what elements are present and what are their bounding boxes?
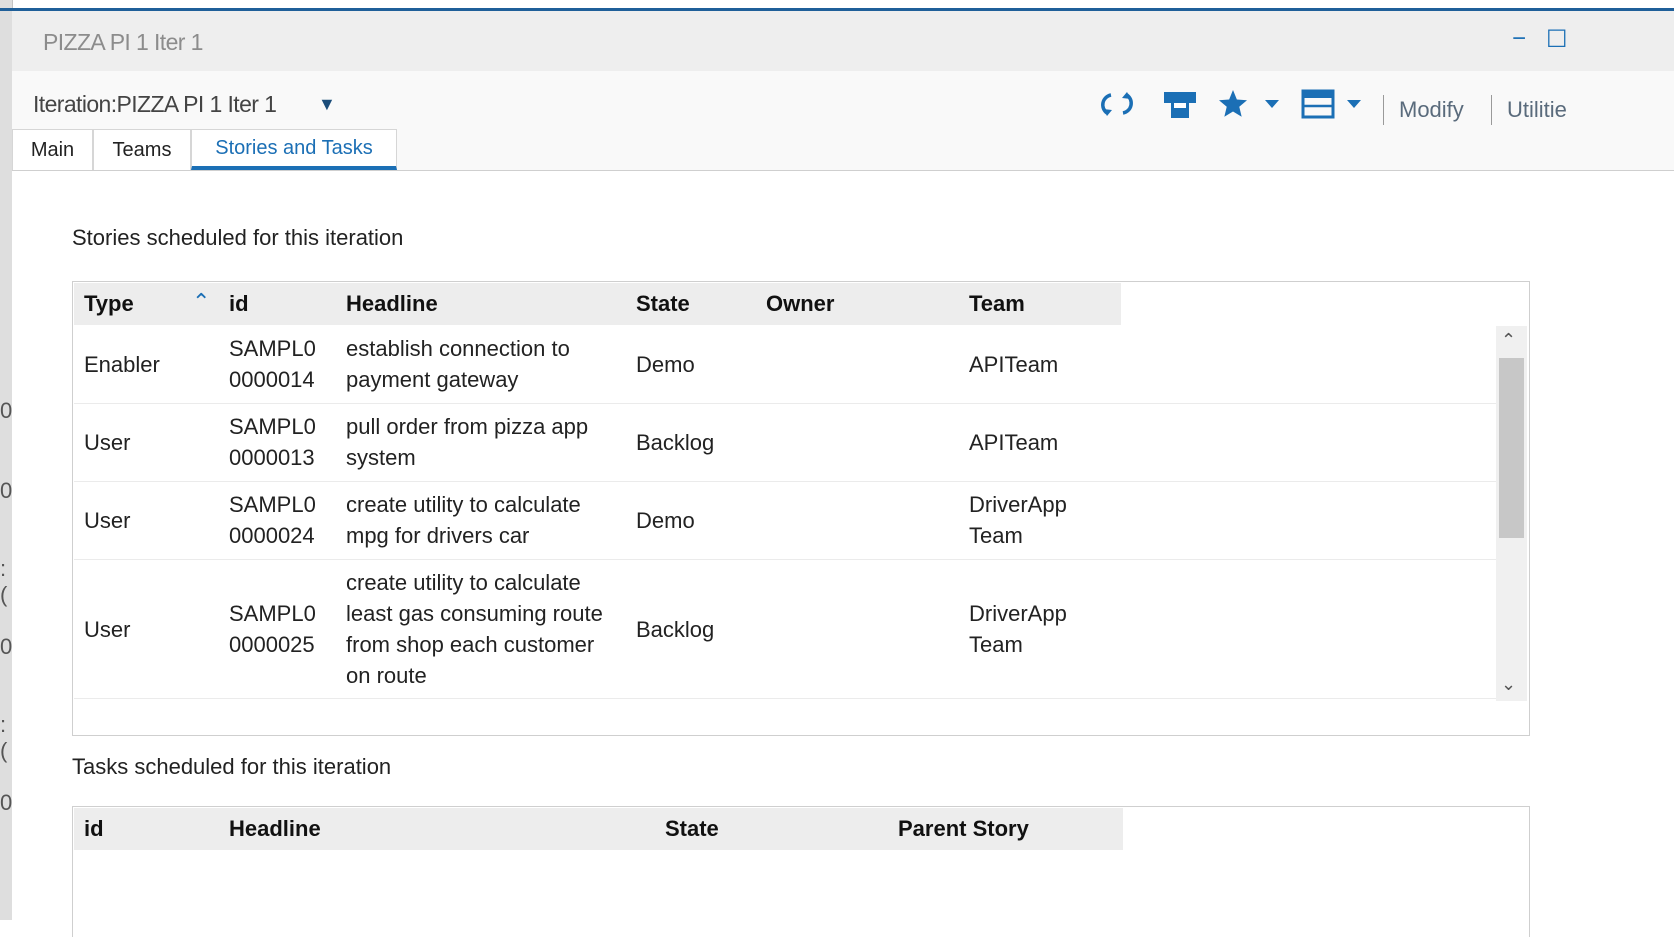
calendar-layout-icon[interactable] bbox=[1300, 87, 1336, 121]
record-title-dropdown-icon[interactable]: ▼ bbox=[318, 94, 336, 115]
layout-dropdown-icon[interactable] bbox=[1344, 87, 1364, 121]
stories-vertical-scrollbar[interactable]: ⌃ ⌄ bbox=[1496, 326, 1527, 701]
toolbar-separator bbox=[1383, 95, 1384, 125]
tab-teams[interactable]: Teams bbox=[93, 129, 191, 170]
table-row[interactable]: User SAMPL0 0000024 create utility to ca… bbox=[74, 482, 1496, 560]
favorite-star-icon[interactable] bbox=[1216, 87, 1250, 121]
cell-id: SAMPL0 0000025 bbox=[229, 601, 316, 657]
toolbar-separator bbox=[1491, 95, 1492, 125]
record-title: Iteration:PIZZA PI 1 Iter 1 bbox=[33, 91, 277, 117]
column-header-owner[interactable]: Owner bbox=[766, 291, 834, 317]
stories-table: Type ⌃ id Headline State Owner Team Enab… bbox=[72, 281, 1530, 736]
window-titlebar: PIZZA PI 1 Iter 1 − ☐ bbox=[12, 11, 1674, 71]
cell-headline: create utility to calculate mpg for driv… bbox=[346, 492, 581, 548]
tab-stories-and-tasks[interactable]: Stories and Tasks bbox=[191, 129, 397, 170]
cell-state: Demo bbox=[636, 352, 695, 377]
chevron-up-icon[interactable]: ⌃ bbox=[1501, 330, 1516, 351]
cell-team: APITeam bbox=[969, 430, 1059, 455]
column-header-state[interactable]: State bbox=[665, 816, 719, 842]
scrollbar-thumb[interactable] bbox=[1499, 358, 1524, 538]
cell-state: Backlog bbox=[636, 430, 715, 455]
column-header-id[interactable]: id bbox=[229, 291, 249, 317]
table-row[interactable]: Enabler SAMPL0 0000014 establish connect… bbox=[74, 326, 1496, 404]
tasks-table: id Headline State Parent Story bbox=[72, 806, 1530, 937]
column-header-state[interactable]: State bbox=[636, 291, 690, 317]
iteration-window: PIZZA PI 1 Iter 1 − ☐ Iteration:PIZZA PI… bbox=[12, 11, 1674, 937]
table-row[interactable]: User SAMPL0 0000025 create utility to ca… bbox=[74, 560, 1496, 699]
cell-type: User bbox=[84, 430, 131, 455]
column-header-team[interactable]: Team bbox=[969, 291, 1025, 317]
column-header-type[interactable]: Type bbox=[84, 291, 134, 317]
column-header-headline[interactable]: Headline bbox=[229, 816, 321, 842]
cell-headline: pull order from pizza app system bbox=[346, 414, 589, 470]
modify-button[interactable]: Modify bbox=[1399, 97, 1464, 123]
table-row[interactable]: User SAMPL0 0000013 pull order from pizz… bbox=[74, 404, 1496, 482]
chevron-down-icon[interactable]: ⌄ bbox=[1501, 674, 1516, 695]
sort-ascending-icon[interactable]: ⌃ bbox=[192, 289, 210, 315]
cell-type: User bbox=[84, 616, 131, 642]
tasks-table-header: id Headline State Parent Story bbox=[74, 808, 1123, 850]
cell-headline: create utility to calculate least gas co… bbox=[346, 570, 603, 688]
cell-team: DriverApp Team bbox=[969, 601, 1067, 657]
column-header-headline[interactable]: Headline bbox=[346, 291, 438, 317]
minimize-button[interactable]: − bbox=[1512, 25, 1526, 53]
cell-type: Enabler bbox=[84, 352, 160, 377]
tab-bar: Main Teams Stories and Tasks bbox=[12, 129, 1674, 171]
column-header-parent-story[interactable]: Parent Story bbox=[898, 816, 1029, 842]
stories-section-label: Stories scheduled for this iteration bbox=[72, 225, 404, 250]
cell-id: SAMPL0 0000024 bbox=[229, 492, 316, 548]
cell-headline: establish connection to payment gateway bbox=[346, 336, 570, 392]
cell-id: SAMPL0 0000013 bbox=[229, 414, 316, 470]
favorite-dropdown-icon[interactable] bbox=[1262, 87, 1282, 121]
cell-state: Backlog bbox=[636, 616, 715, 642]
utilities-button[interactable]: Utilitie bbox=[1507, 97, 1567, 123]
cell-type: User bbox=[84, 508, 131, 533]
tab-main[interactable]: Main bbox=[12, 129, 93, 170]
stories-table-header: Type ⌃ id Headline State Owner Team bbox=[74, 283, 1121, 325]
cell-id: SAMPL0 0000014 bbox=[229, 336, 316, 392]
cell-team: DriverApp Team bbox=[969, 492, 1067, 548]
maximize-button[interactable]: ☐ bbox=[1546, 25, 1568, 54]
record-header: Iteration:PIZZA PI 1 Iter 1 ▼ Modify Uti… bbox=[12, 71, 1674, 129]
refresh-icon[interactable] bbox=[1097, 87, 1137, 121]
window-title: PIZZA PI 1 Iter 1 bbox=[43, 29, 203, 55]
column-header-id[interactable]: id bbox=[84, 816, 104, 842]
cell-team: APITeam bbox=[969, 352, 1059, 377]
tasks-section-label: Tasks scheduled for this iteration bbox=[72, 754, 392, 779]
print-icon[interactable] bbox=[1160, 87, 1200, 121]
cell-state: Demo bbox=[636, 508, 695, 533]
